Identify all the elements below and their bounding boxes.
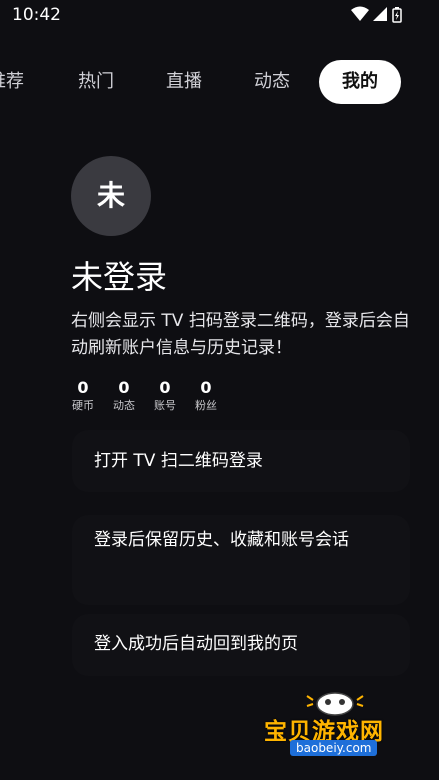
watermark-url: baobeiy.com [290, 740, 378, 756]
wifi-icon [351, 6, 369, 21]
top-tabs: 推荐 热门 直播 动态 我的 [0, 60, 439, 108]
stat-fans: 0 粉丝 [186, 378, 226, 414]
tab-mine[interactable]: 我的 [319, 60, 401, 104]
action-label: 登入成功后自动回到我的页 [94, 634, 298, 654]
signal-icon [373, 7, 387, 21]
auto-return-mine-button[interactable]: 登入成功后自动回到我的页 [72, 614, 410, 676]
action-label: 登录后保留历史、收藏和账号会话 [94, 530, 349, 550]
status-icons [351, 6, 402, 23]
stat-value: 0 [159, 378, 171, 397]
status-bar: 10:42 [0, 0, 439, 32]
stat-coins: 0 硬币 [63, 378, 103, 414]
stat-value: 0 [118, 378, 130, 397]
battery-icon [392, 7, 402, 23]
stat-label: 粉丝 [195, 399, 217, 412]
avatar[interactable]: 未 [71, 156, 151, 236]
user-name: 未登录 [71, 258, 168, 296]
tab-live[interactable]: 直播 [166, 60, 202, 104]
stat-value: 0 [77, 378, 89, 397]
stat-value: 0 [200, 378, 212, 397]
tab-recommend[interactable]: 推荐 [0, 60, 24, 104]
action-label: 打开 TV 扫二维码登录 [94, 451, 263, 471]
watermark-logo: 宝贝游戏网 baobeiy.com [260, 688, 410, 778]
stat-label: 账号 [154, 399, 176, 412]
keep-history-session-button[interactable]: 登录后保留历史、收藏和账号会话 [72, 515, 410, 605]
status-time: 10:42 [12, 5, 61, 25]
tab-hot[interactable]: 热门 [78, 60, 114, 104]
open-tv-qr-login-button[interactable]: 打开 TV 扫二维码登录 [72, 430, 410, 492]
stat-account: 0 账号 [145, 378, 185, 414]
tab-dynamic[interactable]: 动态 [254, 60, 290, 104]
login-description: 右侧会显示 TV 扫码登录二维码，登录后会自动刷新账户信息与历史记录！ [71, 311, 410, 358]
stat-dynamics: 0 动态 [104, 378, 144, 414]
stat-label: 动态 [113, 399, 135, 412]
stat-label: 硬币 [72, 399, 94, 412]
